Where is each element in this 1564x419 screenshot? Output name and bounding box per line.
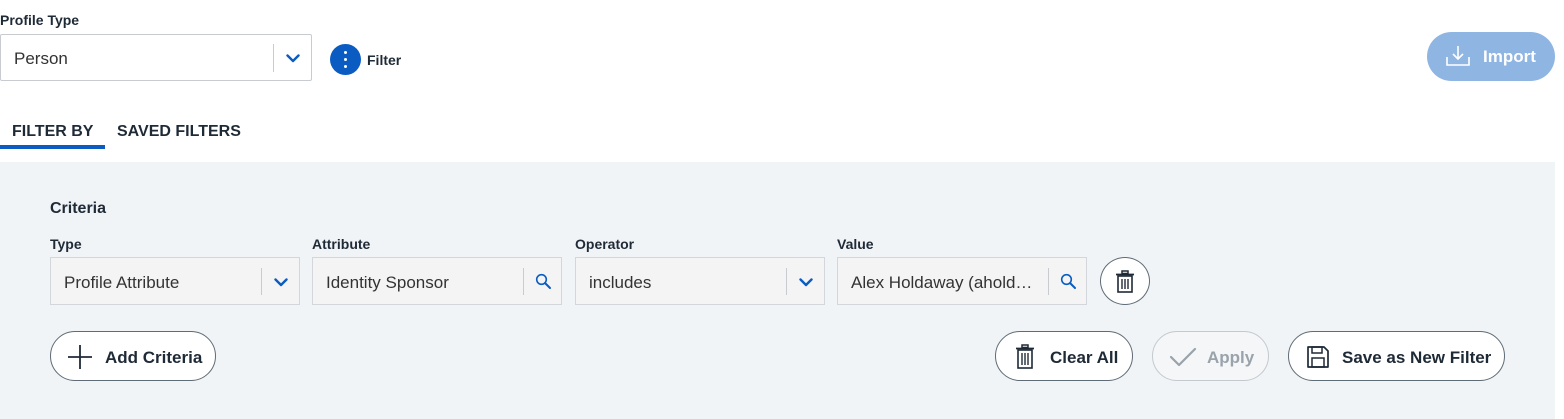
more-vertical-icon xyxy=(344,51,348,55)
select-divider xyxy=(261,268,262,295)
type-select[interactable]: Profile Attribute xyxy=(50,257,300,305)
apply-button[interactable]: Apply xyxy=(1152,331,1269,381)
attribute-label: Attribute xyxy=(312,236,371,252)
chevron-down-icon[interactable] xyxy=(286,54,300,63)
trash-icon xyxy=(1016,344,1034,369)
select-divider xyxy=(786,268,787,295)
field-divider xyxy=(1048,268,1049,295)
clear-all-button[interactable]: Clear All xyxy=(995,331,1133,381)
delete-criteria-button[interactable] xyxy=(1100,257,1150,305)
more-vertical-icon-dot xyxy=(344,58,348,62)
import-label: Import xyxy=(1483,47,1536,66)
tab-saved-filters[interactable]: SAVED FILTERS xyxy=(117,123,241,141)
apply-label: Apply xyxy=(1207,348,1255,367)
operator-select[interactable]: includes xyxy=(575,257,825,305)
save-as-new-filter-button[interactable]: Save as New Filter xyxy=(1288,331,1505,381)
value-field[interactable]: Alex Holdaway (ahold… xyxy=(837,257,1087,305)
value-label: Value xyxy=(837,236,874,252)
profile-type-select[interactable]: Person xyxy=(0,34,312,81)
attribute-value: Identity Sponsor xyxy=(326,273,449,292)
filter-label[interactable]: Filter xyxy=(367,52,401,68)
field-divider xyxy=(523,268,524,295)
more-vertical-icon-dot xyxy=(344,65,348,69)
save-icon xyxy=(1307,346,1329,368)
attribute-field[interactable]: Identity Sponsor xyxy=(312,257,562,305)
search-icon[interactable] xyxy=(535,273,552,290)
trash-icon xyxy=(1116,270,1134,293)
add-criteria-label: Add Criteria xyxy=(105,348,203,367)
save-as-new-filter-label: Save as New Filter xyxy=(1342,348,1492,367)
type-label: Type xyxy=(50,236,82,252)
filter-menu-button[interactable] xyxy=(330,44,361,75)
clear-all-label: Clear All xyxy=(1050,348,1119,367)
search-icon[interactable] xyxy=(1060,273,1077,290)
plus-icon xyxy=(68,345,92,369)
value-value: Alex Holdaway (ahold… xyxy=(851,273,1033,292)
tab-filter-by[interactable]: FILTER BY xyxy=(12,123,93,141)
import-icon xyxy=(1446,46,1470,66)
operator-value: includes xyxy=(589,273,652,292)
profile-type-label: Profile Type xyxy=(0,12,80,28)
chevron-down-icon[interactable] xyxy=(799,278,813,287)
operator-label: Operator xyxy=(575,236,635,252)
criteria-title: Criteria xyxy=(50,200,107,217)
active-tab-indicator xyxy=(0,145,105,149)
chevron-down-icon[interactable] xyxy=(274,278,288,287)
check-icon xyxy=(1169,347,1197,367)
profile-type-value: Person xyxy=(14,49,68,68)
type-value: Profile Attribute xyxy=(64,273,180,292)
add-criteria-button[interactable]: Add Criteria xyxy=(50,331,216,381)
import-button[interactable]: Import xyxy=(1427,32,1555,81)
select-divider xyxy=(273,44,274,72)
